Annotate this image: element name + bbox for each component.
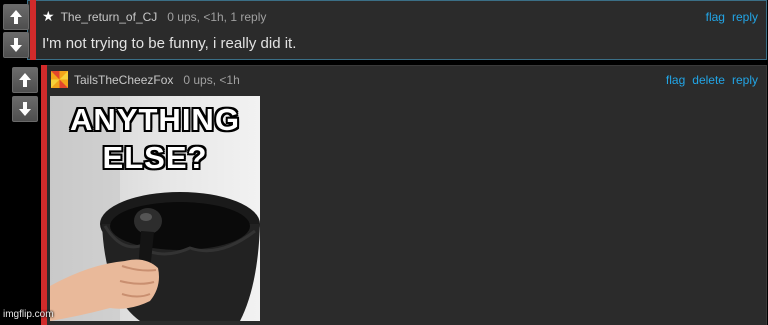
star-icon: ★ <box>42 8 55 24</box>
comment-1-reply-link[interactable]: reply <box>732 10 758 24</box>
meme-caption-line-2: ELSE? <box>102 140 208 175</box>
comment-1-actions: flag reply <box>706 10 758 24</box>
arrow-down-icon <box>10 38 22 52</box>
comment-1-upvote-button[interactable] <box>3 4 29 30</box>
pinwheel-avatar-icon[interactable] <box>51 71 68 88</box>
comment-1-username[interactable]: The_return_of_CJ <box>61 10 158 24</box>
comment-1-text: I'm not trying to be funny, i really did… <box>42 35 297 52</box>
comment-2-username[interactable]: TailsTheCheezFox <box>74 73 173 87</box>
comment-2-stats: 0 ups, <1h <box>183 72 240 87</box>
comment-2-delete-link[interactable]: delete <box>692 73 725 87</box>
arrow-down-icon <box>19 102 31 116</box>
comment-2-accent-bar <box>41 65 47 325</box>
comment-2-meta: TailsTheCheezFox 0 ups, <1h <box>51 71 240 88</box>
imgflip-watermark: imgflip.com <box>3 309 54 320</box>
arrow-up-icon <box>10 10 22 24</box>
comment-1-stats: 0 ups, <1h, 1 reply <box>167 9 267 24</box>
comment-2-downvote-button[interactable] <box>12 96 38 122</box>
comment-1-highlight-bar <box>30 0 36 60</box>
comment-2-reply-link[interactable]: reply <box>732 73 758 87</box>
meme-image[interactable]: ANYTHING ELSE? <box>50 96 260 321</box>
comment-2-flag-link[interactable]: flag <box>666 73 685 87</box>
arrow-up-icon <box>19 73 31 87</box>
meme-caption-line-1: ANYTHING <box>70 102 240 137</box>
comment-1-meta: ★ The_return_of_CJ 0 ups, <1h, 1 reply <box>42 8 266 25</box>
comment-2-upvote-button[interactable] <box>12 67 38 93</box>
comment-1-flag-link[interactable]: flag <box>706 10 725 24</box>
comment-2-actions: flag delete reply <box>666 73 758 87</box>
comment-1-downvote-button[interactable] <box>3 32 29 58</box>
